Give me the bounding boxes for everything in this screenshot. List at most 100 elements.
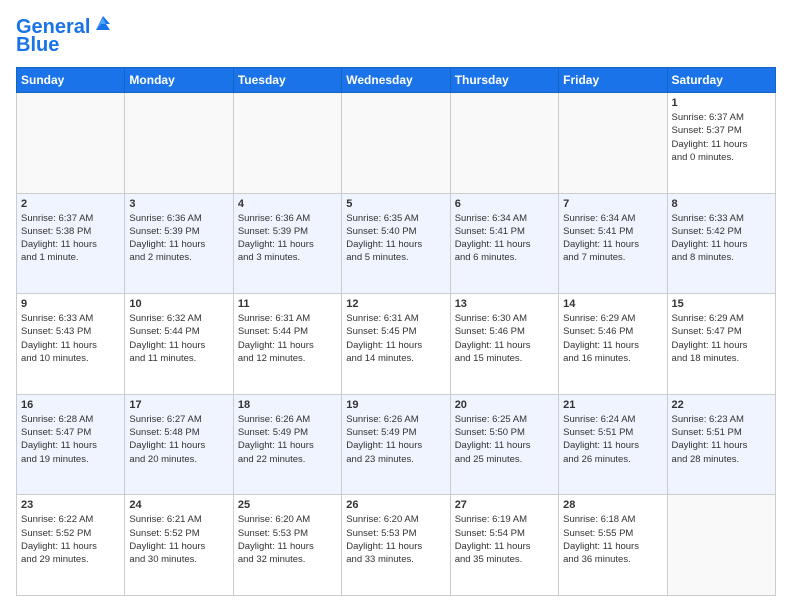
day-number: 14 bbox=[563, 298, 662, 310]
calendar-cell: 4 Sunrise: 6:36 AM Sunset: 5:39 PM Daylig… bbox=[233, 193, 341, 294]
day-number: 27 bbox=[455, 499, 554, 511]
calendar-cell: 20 Sunrise: 6:25 AM Sunset: 5:50 PM Dayli… bbox=[450, 394, 558, 495]
day-number: 18 bbox=[238, 399, 337, 411]
calendar-cell bbox=[233, 93, 341, 194]
calendar-cell: 18 Sunrise: 6:26 AM Sunset: 5:49 PM Dayli… bbox=[233, 394, 341, 495]
day-info: Sunrise: 6:26 AM Sunset: 5:49 PM Dayligh… bbox=[346, 413, 445, 466]
day-info: Sunrise: 6:18 AM Sunset: 5:55 PM Dayligh… bbox=[563, 513, 662, 566]
calendar-cell: 9 Sunrise: 6:33 AM Sunset: 5:43 PM Daylig… bbox=[17, 294, 125, 395]
day-number: 17 bbox=[129, 399, 228, 411]
day-info: Sunrise: 6:28 AM Sunset: 5:47 PM Dayligh… bbox=[21, 413, 120, 466]
day-info: Sunrise: 6:22 AM Sunset: 5:52 PM Dayligh… bbox=[21, 513, 120, 566]
day-info: Sunrise: 6:35 AM Sunset: 5:40 PM Dayligh… bbox=[346, 212, 445, 265]
day-info: Sunrise: 6:19 AM Sunset: 5:54 PM Dayligh… bbox=[455, 513, 554, 566]
day-info: Sunrise: 6:23 AM Sunset: 5:51 PM Dayligh… bbox=[672, 413, 771, 466]
calendar-cell: 28 Sunrise: 6:18 AM Sunset: 5:55 PM Dayli… bbox=[559, 495, 667, 596]
calendar-week-4: 23 Sunrise: 6:22 AM Sunset: 5:52 PM Dayli… bbox=[17, 495, 776, 596]
day-info: Sunrise: 6:33 AM Sunset: 5:43 PM Dayligh… bbox=[21, 312, 120, 365]
page: General Blue SundayMondayTuesdayWednesda… bbox=[0, 0, 792, 612]
day-number: 25 bbox=[238, 499, 337, 511]
calendar-cell bbox=[450, 93, 558, 194]
day-info: Sunrise: 6:26 AM Sunset: 5:49 PM Dayligh… bbox=[238, 413, 337, 466]
col-header-tuesday: Tuesday bbox=[233, 68, 341, 93]
calendar-cell: 5 Sunrise: 6:35 AM Sunset: 5:40 PM Daylig… bbox=[342, 193, 450, 294]
calendar-cell: 26 Sunrise: 6:20 AM Sunset: 5:53 PM Dayli… bbox=[342, 495, 450, 596]
day-number: 12 bbox=[346, 298, 445, 310]
calendar-cell: 22 Sunrise: 6:23 AM Sunset: 5:51 PM Dayli… bbox=[667, 394, 775, 495]
header: General Blue bbox=[16, 16, 776, 57]
day-info: Sunrise: 6:20 AM Sunset: 5:53 PM Dayligh… bbox=[238, 513, 337, 566]
day-info: Sunrise: 6:30 AM Sunset: 5:46 PM Dayligh… bbox=[455, 312, 554, 365]
day-number: 1 bbox=[672, 97, 771, 109]
day-info: Sunrise: 6:36 AM Sunset: 5:39 PM Dayligh… bbox=[238, 212, 337, 265]
calendar-cell: 21Sunrise: 6:24 AM Sunset: 5:51 PM Dayli… bbox=[559, 394, 667, 495]
day-number: 22 bbox=[672, 399, 771, 411]
day-info: Sunrise: 6:25 AM Sunset: 5:50 PM Dayligh… bbox=[455, 413, 554, 466]
day-number: 28 bbox=[563, 499, 662, 511]
col-header-monday: Monday bbox=[125, 68, 233, 93]
calendar-cell bbox=[342, 93, 450, 194]
calendar-cell: 2Sunrise: 6:37 AM Sunset: 5:38 PM Daylig… bbox=[17, 193, 125, 294]
day-number: 16 bbox=[21, 399, 120, 411]
calendar-cell: 13 Sunrise: 6:30 AM Sunset: 5:46 PM Dayli… bbox=[450, 294, 558, 395]
day-info: Sunrise: 6:20 AM Sunset: 5:53 PM Dayligh… bbox=[346, 513, 445, 566]
day-number: 2 bbox=[21, 198, 120, 210]
calendar-cell: 1 Sunrise: 6:37 AM Sunset: 5:37 PM Daylig… bbox=[667, 93, 775, 194]
calendar-cell: 14 Sunrise: 6:29 AM Sunset: 5:46 PM Dayli… bbox=[559, 294, 667, 395]
calendar-week-1: 2Sunrise: 6:37 AM Sunset: 5:38 PM Daylig… bbox=[17, 193, 776, 294]
day-info: Sunrise: 6:34 AM Sunset: 5:41 PM Dayligh… bbox=[563, 212, 662, 265]
calendar-cell: 27 Sunrise: 6:19 AM Sunset: 5:54 PM Dayli… bbox=[450, 495, 558, 596]
day-info: Sunrise: 6:21 AM Sunset: 5:52 PM Dayligh… bbox=[129, 513, 228, 566]
calendar-cell bbox=[667, 495, 775, 596]
calendar-cell: 7Sunrise: 6:34 AM Sunset: 5:41 PM Daylig… bbox=[559, 193, 667, 294]
logo: General Blue bbox=[16, 16, 114, 57]
calendar-cell: 12 Sunrise: 6:31 AM Sunset: 5:45 PM Dayli… bbox=[342, 294, 450, 395]
calendar-cell: 25 Sunrise: 6:20 AM Sunset: 5:53 PM Dayli… bbox=[233, 495, 341, 596]
calendar-cell: 3 Sunrise: 6:36 AM Sunset: 5:39 PM Daylig… bbox=[125, 193, 233, 294]
day-number: 4 bbox=[238, 198, 337, 210]
day-number: 23 bbox=[21, 499, 120, 511]
day-info: Sunrise: 6:32 AM Sunset: 5:44 PM Dayligh… bbox=[129, 312, 228, 365]
calendar-week-3: 16 Sunrise: 6:28 AM Sunset: 5:47 PM Dayli… bbox=[17, 394, 776, 495]
day-number: 26 bbox=[346, 499, 445, 511]
logo-icon bbox=[92, 12, 114, 34]
col-header-friday: Friday bbox=[559, 68, 667, 93]
day-info: Sunrise: 6:24 AM Sunset: 5:51 PM Dayligh… bbox=[563, 413, 662, 466]
day-number: 19 bbox=[346, 399, 445, 411]
day-info: Sunrise: 6:34 AM Sunset: 5:41 PM Dayligh… bbox=[455, 212, 554, 265]
col-header-saturday: Saturday bbox=[667, 68, 775, 93]
calendar-table: SundayMondayTuesdayWednesdayThursdayFrid… bbox=[16, 67, 776, 596]
day-info: Sunrise: 6:29 AM Sunset: 5:47 PM Dayligh… bbox=[672, 312, 771, 365]
calendar-cell: 10 Sunrise: 6:32 AM Sunset: 5:44 PM Dayli… bbox=[125, 294, 233, 395]
day-info: Sunrise: 6:31 AM Sunset: 5:45 PM Dayligh… bbox=[346, 312, 445, 365]
day-number: 13 bbox=[455, 298, 554, 310]
calendar-cell: 15 Sunrise: 6:29 AM Sunset: 5:47 PM Dayli… bbox=[667, 294, 775, 395]
calendar-week-0: 1 Sunrise: 6:37 AM Sunset: 5:37 PM Daylig… bbox=[17, 93, 776, 194]
day-number: 8 bbox=[672, 198, 771, 210]
day-number: 15 bbox=[672, 298, 771, 310]
calendar-week-2: 9 Sunrise: 6:33 AM Sunset: 5:43 PM Daylig… bbox=[17, 294, 776, 395]
calendar-cell bbox=[559, 93, 667, 194]
col-header-sunday: Sunday bbox=[17, 68, 125, 93]
day-number: 20 bbox=[455, 399, 554, 411]
day-info: Sunrise: 6:29 AM Sunset: 5:46 PM Dayligh… bbox=[563, 312, 662, 365]
calendar-cell: 8 Sunrise: 6:33 AM Sunset: 5:42 PM Daylig… bbox=[667, 193, 775, 294]
calendar-cell bbox=[125, 93, 233, 194]
day-number: 9 bbox=[21, 298, 120, 310]
day-number: 10 bbox=[129, 298, 228, 310]
day-number: 3 bbox=[129, 198, 228, 210]
day-number: 24 bbox=[129, 499, 228, 511]
day-info: Sunrise: 6:33 AM Sunset: 5:42 PM Dayligh… bbox=[672, 212, 771, 265]
day-info: Sunrise: 6:37 AM Sunset: 5:37 PM Dayligh… bbox=[672, 111, 771, 164]
day-info: Sunrise: 6:36 AM Sunset: 5:39 PM Dayligh… bbox=[129, 212, 228, 265]
logo-blue: Blue bbox=[16, 34, 59, 57]
calendar-cell: 6Sunrise: 6:34 AM Sunset: 5:41 PM Daylig… bbox=[450, 193, 558, 294]
calendar-cell: 24 Sunrise: 6:21 AM Sunset: 5:52 PM Dayli… bbox=[125, 495, 233, 596]
calendar-cell: 23 Sunrise: 6:22 AM Sunset: 5:52 PM Dayli… bbox=[17, 495, 125, 596]
day-info: Sunrise: 6:27 AM Sunset: 5:48 PM Dayligh… bbox=[129, 413, 228, 466]
col-header-wednesday: Wednesday bbox=[342, 68, 450, 93]
day-number: 11 bbox=[238, 298, 337, 310]
day-number: 5 bbox=[346, 198, 445, 210]
calendar-cell: 17 Sunrise: 6:27 AM Sunset: 5:48 PM Dayli… bbox=[125, 394, 233, 495]
calendar-cell: 16 Sunrise: 6:28 AM Sunset: 5:47 PM Dayli… bbox=[17, 394, 125, 495]
